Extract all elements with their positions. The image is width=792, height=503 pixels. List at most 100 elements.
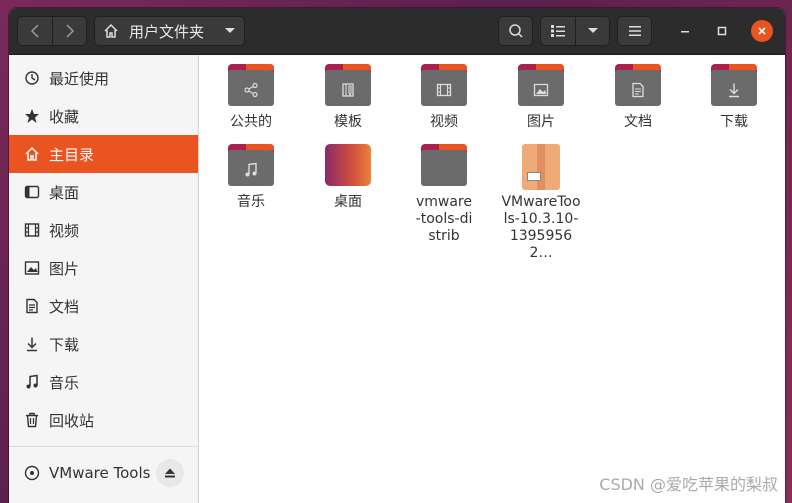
eject-button[interactable] bbox=[156, 459, 184, 487]
sidebar-item-desktop[interactable]: 桌面 bbox=[9, 173, 198, 211]
film-icon bbox=[23, 221, 41, 239]
sidebar-item-downloads[interactable]: 下载 bbox=[9, 325, 198, 363]
share-icon bbox=[244, 82, 258, 98]
film-icon bbox=[436, 83, 452, 97]
sidebar-item-label: 回收站 bbox=[49, 411, 95, 430]
folder-icon bbox=[421, 64, 467, 106]
file-label: vmware-tools-distrib bbox=[415, 194, 473, 244]
file-item[interactable]: 文档 bbox=[590, 64, 686, 131]
file-label: VMwareTools-10.3.10-13959562… bbox=[501, 194, 581, 261]
document-icon bbox=[632, 82, 644, 98]
sidebar-item-label: 桌面 bbox=[49, 183, 80, 202]
view-buttons bbox=[540, 16, 610, 46]
watermark: CSDN @爱吃苹果的梨叔 bbox=[599, 475, 778, 494]
desktop-icon bbox=[325, 144, 371, 186]
sidebar-item-label: 最近使用 bbox=[49, 69, 110, 88]
file-manager-window: 用户文件夹 最近使用 收藏 主目录 桌面 视频 图片 文档 下载 音乐 回收站 … bbox=[9, 8, 785, 503]
file-label: 公共的 bbox=[230, 114, 272, 130]
sidebar-item-recent[interactable]: 最近使用 bbox=[9, 59, 198, 97]
file-item[interactable]: 公共的 bbox=[203, 64, 299, 131]
sidebar-item-vmware-tools[interactable]: VMware Tools bbox=[9, 454, 198, 492]
sidebar-item-music[interactable]: 音乐 bbox=[9, 363, 198, 401]
folder-icon bbox=[325, 64, 371, 106]
music-icon bbox=[245, 162, 257, 177]
file-label: 下载 bbox=[720, 114, 748, 130]
sidebar-item-label: 视频 bbox=[49, 221, 80, 240]
archive-icon bbox=[522, 144, 560, 190]
picture-icon bbox=[533, 83, 549, 97]
file-item[interactable]: VMwareTools-10.3.10-13959562… bbox=[493, 144, 589, 262]
chevron-right-icon bbox=[65, 24, 74, 38]
disc-icon bbox=[23, 464, 41, 482]
menu-button[interactable] bbox=[617, 16, 652, 46]
folder-icon bbox=[518, 64, 564, 106]
sidebar-item-documents[interactable]: 文档 bbox=[9, 287, 198, 325]
file-label: 视频 bbox=[430, 114, 458, 130]
sidebar-item-starred[interactable]: 收藏 bbox=[9, 97, 198, 135]
close-button[interactable] bbox=[751, 20, 773, 42]
file-label: 音乐 bbox=[237, 194, 265, 210]
file-item[interactable]: 视频 bbox=[396, 64, 492, 131]
folder-icon bbox=[228, 64, 274, 106]
sidebar-item-videos[interactable]: 视频 bbox=[9, 211, 198, 249]
download-icon bbox=[23, 335, 41, 353]
sidebar-separator bbox=[9, 446, 198, 447]
file-label: 模板 bbox=[334, 114, 362, 130]
folder-icon bbox=[615, 64, 661, 106]
music-icon bbox=[23, 373, 41, 391]
desktop-icon bbox=[23, 183, 41, 201]
file-item[interactable]: 图片 bbox=[493, 64, 589, 131]
chevron-down-icon bbox=[587, 28, 598, 33]
home-icon bbox=[104, 23, 118, 38]
sidebar-item-label: 下载 bbox=[49, 335, 80, 354]
sidebar-item-label: VMware Tools bbox=[49, 464, 151, 482]
folder-icon bbox=[228, 144, 274, 186]
document-icon bbox=[23, 297, 41, 315]
sidebar-item-label: 主目录 bbox=[49, 145, 95, 164]
folder-icon bbox=[421, 144, 467, 186]
close-icon bbox=[758, 27, 766, 35]
search-button[interactable] bbox=[498, 16, 533, 46]
back-button[interactable] bbox=[17, 16, 52, 46]
file-item[interactable]: 音乐 bbox=[203, 144, 299, 211]
hamburger-menu-icon bbox=[628, 26, 641, 36]
file-item[interactable]: 桌面 bbox=[300, 144, 396, 211]
maximize-icon bbox=[717, 26, 727, 36]
search-icon bbox=[508, 24, 523, 38]
file-view: 公共的 模板 视频 图片 文档 下载 音乐 桌面 vmware-tools-di… bbox=[199, 55, 785, 503]
sidebar-item-label: 音乐 bbox=[49, 373, 80, 392]
minimize-button[interactable] bbox=[674, 20, 696, 42]
file-item[interactable]: 模板 bbox=[300, 64, 396, 131]
forward-button[interactable] bbox=[52, 16, 87, 46]
maximize-button[interactable] bbox=[711, 20, 733, 42]
path-label: 用户文件夹 bbox=[129, 22, 205, 41]
sidebar: 最近使用 收藏 主目录 桌面 视频 图片 文档 下载 音乐 回收站 VMware… bbox=[9, 55, 199, 503]
file-item[interactable]: vmware-tools-distrib bbox=[396, 144, 492, 245]
list-view-icon bbox=[551, 25, 565, 37]
navigation-buttons bbox=[17, 16, 87, 46]
sidebar-item-label: 图片 bbox=[49, 259, 80, 278]
recent-clock-icon bbox=[23, 69, 41, 87]
home-icon bbox=[23, 145, 41, 163]
sidebar-item-pictures[interactable]: 图片 bbox=[9, 249, 198, 287]
path-bar-button[interactable]: 用户文件夹 bbox=[94, 16, 245, 46]
picture-icon bbox=[23, 259, 41, 277]
minimize-icon bbox=[681, 31, 689, 33]
folder-icon bbox=[711, 64, 757, 106]
trash-icon bbox=[23, 411, 41, 429]
sidebar-item-trash[interactable]: 回收站 bbox=[9, 401, 198, 439]
file-label: 文档 bbox=[624, 114, 652, 130]
sidebar-item-home[interactable]: 主目录 bbox=[9, 135, 198, 173]
file-label: 桌面 bbox=[334, 194, 362, 210]
chevron-down-icon bbox=[225, 28, 235, 33]
view-options-button[interactable] bbox=[575, 16, 610, 46]
sidebar-item-label: 收藏 bbox=[49, 107, 80, 126]
template-icon bbox=[342, 83, 354, 97]
list-view-button[interactable] bbox=[540, 16, 575, 46]
download-icon bbox=[729, 83, 739, 98]
sidebar-item-label: 文档 bbox=[49, 297, 80, 316]
file-label: 图片 bbox=[527, 114, 555, 130]
chevron-left-icon bbox=[30, 24, 39, 38]
file-item[interactable]: 下载 bbox=[686, 64, 782, 131]
star-icon bbox=[23, 107, 41, 125]
